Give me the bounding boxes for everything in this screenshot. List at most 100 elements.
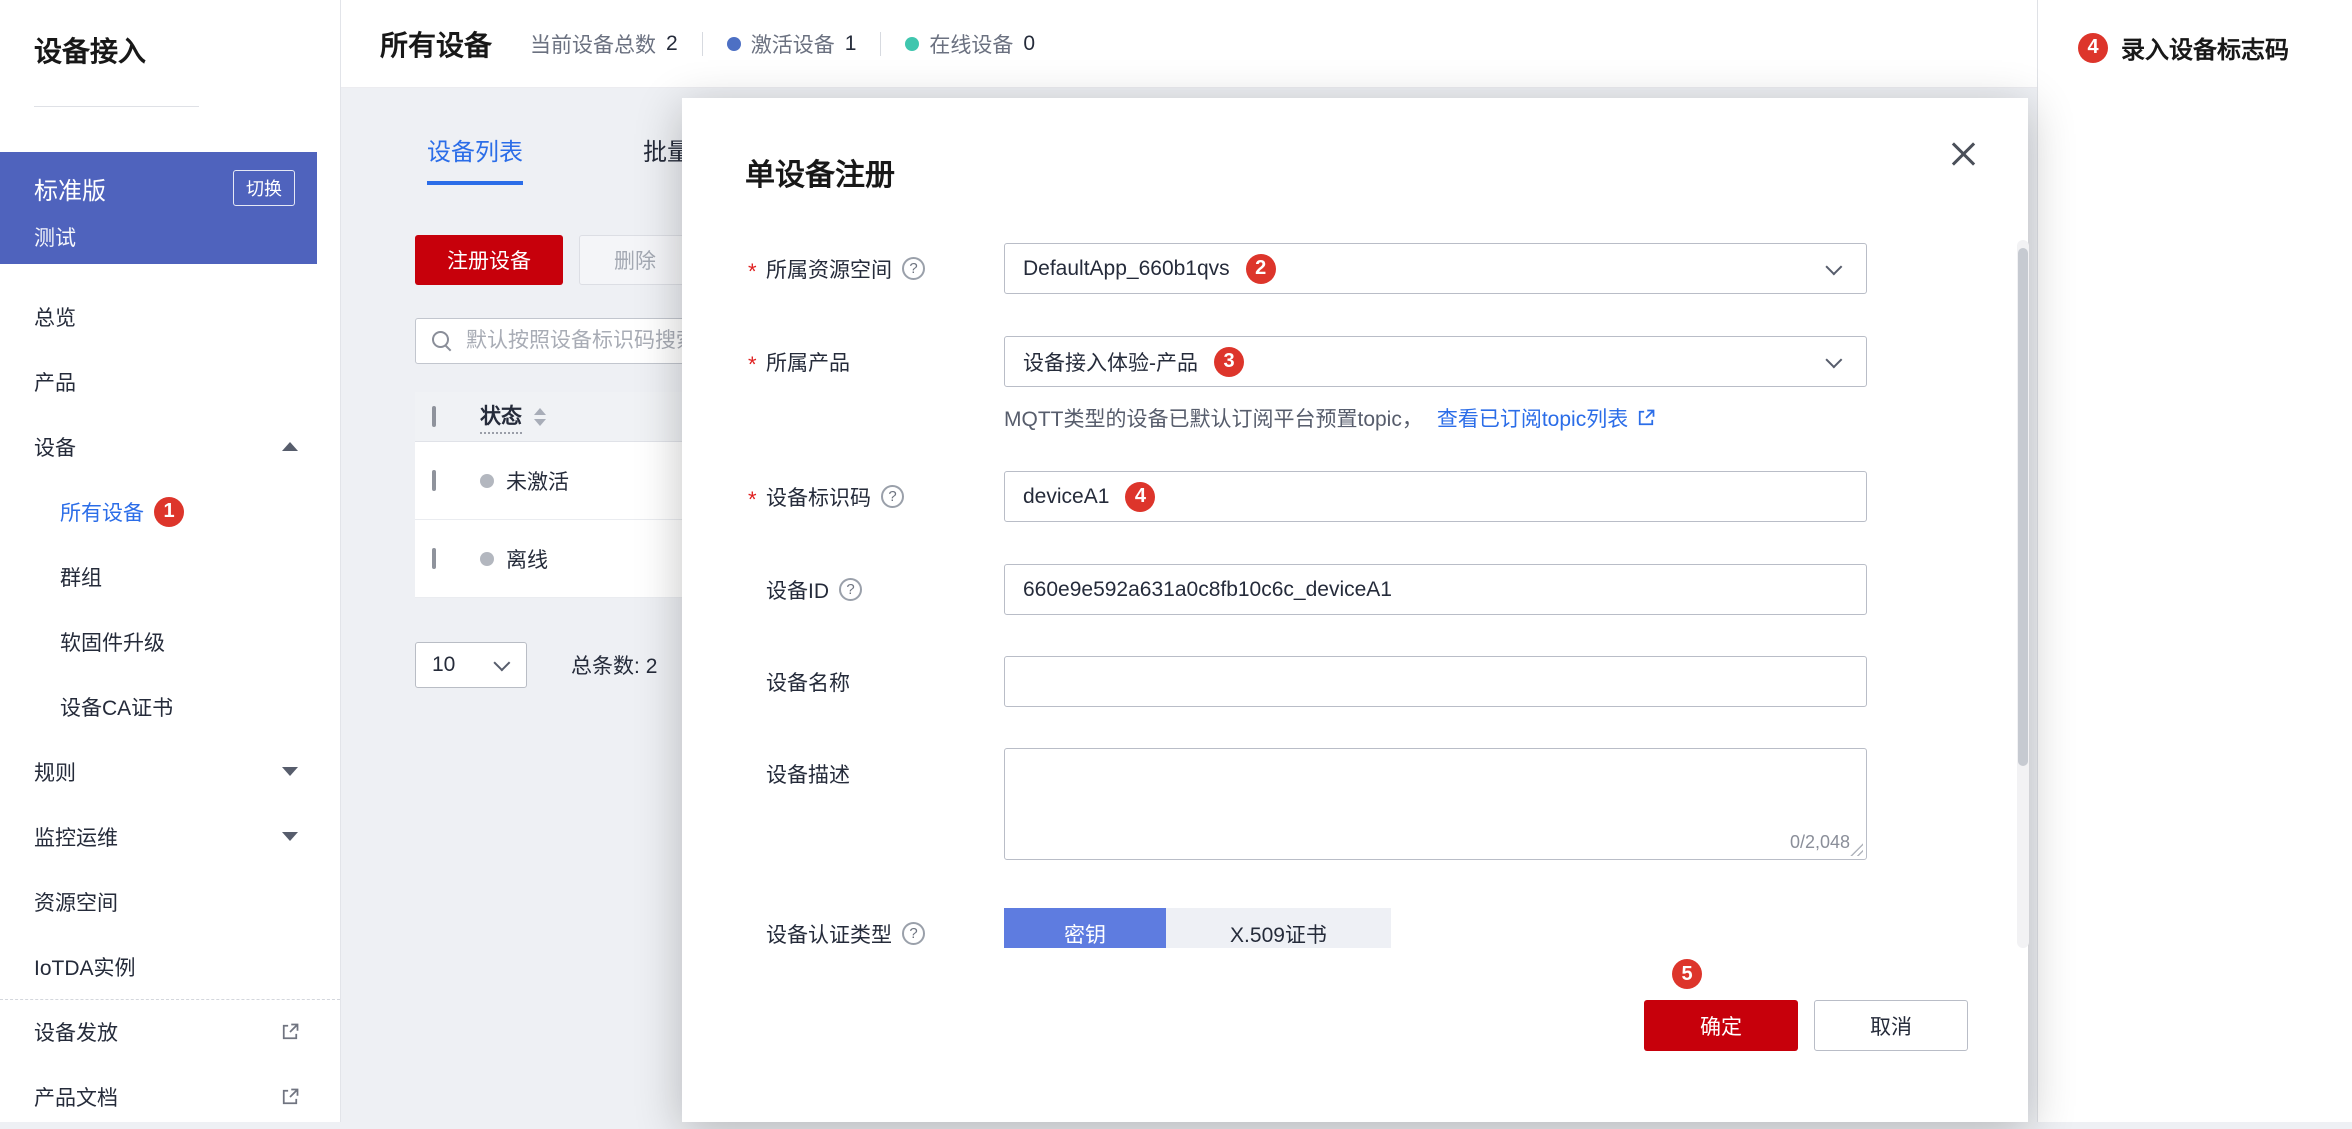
- chevron-down-icon: [282, 767, 298, 776]
- mqtt-topic-note: MQTT类型的设备已默认订阅平台预置topic， 查看已订阅topic列表: [1004, 403, 1656, 433]
- sidebar-divider: [34, 106, 199, 107]
- annotation-panel: 4 录入设备标志码: [2037, 0, 2352, 1122]
- stat-total-devices: 当前设备总数 2: [530, 29, 678, 59]
- chevron-down-icon: [1825, 351, 1842, 368]
- divider: [702, 32, 703, 56]
- help-icon[interactable]: ?: [839, 578, 862, 601]
- sidebar-item-monitoring[interactable]: 监控运维: [0, 804, 340, 869]
- chevron-down-icon: [282, 832, 298, 841]
- step-badge-4: 4: [2078, 33, 2108, 63]
- step-badge-1: 1: [154, 497, 184, 527]
- modal-title: 单设备注册: [745, 150, 895, 194]
- external-link-icon: [1636, 408, 1656, 428]
- sidebar-item-label: 产品文档: [34, 1082, 118, 1112]
- subscribed-topic-link[interactable]: 查看已订阅topic列表: [1437, 403, 1656, 433]
- help-icon[interactable]: ?: [902, 922, 925, 945]
- sidebar-item-rules[interactable]: 规则: [0, 739, 340, 804]
- chevron-up-icon: [282, 442, 298, 451]
- modal-scrollbar-thumb[interactable]: [2018, 248, 2028, 766]
- close-icon[interactable]: [1946, 136, 1982, 172]
- resource-space-select[interactable]: DefaultApp_660b1qvs 2: [1004, 243, 1867, 294]
- chevron-down-icon: [1825, 258, 1842, 275]
- device-name-input[interactable]: [1004, 656, 1867, 707]
- resize-handle[interactable]: [1849, 842, 1863, 856]
- device-desc-textarea[interactable]: 0/2,048: [1004, 748, 1867, 860]
- search-icon: [432, 331, 452, 351]
- sidebar-item-label: 监控运维: [34, 822, 118, 852]
- status-column-header: 状态: [480, 400, 522, 434]
- device-id-input[interactable]: 660e9e592a631a0c8fb10c6c_deviceA1: [1004, 564, 1867, 615]
- sidebar-item-label: 软固件升级: [60, 627, 165, 657]
- stat-value: 2: [666, 32, 678, 56]
- status-dot-icon: [480, 474, 494, 488]
- total-count: 总条数: 2: [571, 650, 657, 680]
- status-text: 未激活: [506, 466, 569, 496]
- sidebar-item-devices[interactable]: 设备: [0, 414, 340, 479]
- confirm-button[interactable]: 确定: [1644, 1000, 1798, 1051]
- field-label: 设备标识码 ?: [766, 471, 904, 522]
- stat-value: 0: [1023, 32, 1035, 56]
- external-link-icon: [280, 1022, 300, 1042]
- row-checkbox[interactable]: [432, 470, 436, 491]
- cancel-button[interactable]: 取消: [1814, 1000, 1968, 1051]
- sidebar-item-label: 设备CA证书: [60, 692, 173, 722]
- delete-button[interactable]: 删除: [579, 235, 691, 285]
- field-label: 设备描述: [766, 748, 850, 799]
- sidebar: 设备接入 标准版 切换 测试 总览 产品 设备 所有设备 1: [0, 0, 341, 1122]
- device-code-input[interactable]: deviceA1 4: [1004, 471, 1867, 522]
- help-icon[interactable]: ?: [881, 485, 904, 508]
- edition-switch-button[interactable]: 切换: [233, 170, 295, 206]
- annotation-text: 录入设备标志码: [2121, 30, 2289, 65]
- device-id-value: 660e9e592a631a0c8fb10c6c_deviceA1: [1023, 578, 1392, 602]
- stat-label: 激活设备: [751, 29, 835, 59]
- product-value: 设备接入体验-产品: [1023, 347, 1198, 377]
- app-window: 设备接入 标准版 切换 测试 总览 产品 设备 所有设备 1: [0, 0, 2352, 1122]
- stat-label: 当前设备总数: [530, 29, 656, 59]
- stat-online-devices: 在线设备 0: [905, 29, 1035, 59]
- help-icon[interactable]: ?: [902, 257, 925, 280]
- page-size-select[interactable]: 10: [415, 642, 527, 688]
- sidebar-item-firmware-upgrade[interactable]: 软固件升级: [0, 609, 340, 674]
- modal-scrollbar-track[interactable]: [2017, 240, 2029, 948]
- sidebar-menu: 总览 产品 设备 所有设备 1 群组 软固件升级 设备CA证书: [0, 284, 340, 1129]
- online-dot-icon: [905, 37, 919, 51]
- sidebar-item-products[interactable]: 产品: [0, 349, 340, 414]
- sidebar-item-iotda-instances[interactable]: IoTDA实例: [0, 934, 340, 999]
- auth-type-toggle: 密钥 X.509证书: [1004, 908, 1391, 948]
- activated-dot-icon: [727, 37, 741, 51]
- auth-option-secret[interactable]: 密钥: [1004, 908, 1166, 948]
- sidebar-title: 设备接入: [0, 0, 340, 70]
- field-label: 所属资源空间 ?: [766, 243, 925, 294]
- single-device-register-modal: 单设备注册 所属资源空间 ? DefaultApp_660b1qvs 2 所属产…: [682, 98, 2028, 1122]
- field-label: 所属产品: [766, 336, 850, 387]
- sidebar-item-label: 所有设备: [60, 497, 144, 527]
- stat-label: 在线设备: [929, 29, 1013, 59]
- sidebar-item-label: 设备发放: [34, 1017, 118, 1047]
- sidebar-item-overview[interactable]: 总览: [0, 284, 340, 349]
- tab-device-list[interactable]: 设备列表: [427, 132, 523, 185]
- external-link-icon: [280, 1087, 300, 1107]
- step-badge-4: 4: [1125, 482, 1155, 512]
- product-select[interactable]: 设备接入体验-产品 3: [1004, 336, 1867, 387]
- page-title: 所有设备: [380, 24, 492, 64]
- sidebar-item-label: 群组: [60, 562, 102, 592]
- stat-value: 1: [845, 32, 857, 56]
- field-label: 设备认证类型 ?: [766, 908, 925, 948]
- sidebar-item-product-docs[interactable]: 产品文档: [0, 1064, 340, 1129]
- sort-icon[interactable]: [534, 408, 546, 426]
- sidebar-item-device-provisioning[interactable]: 设备发放: [0, 999, 340, 1064]
- sidebar-item-groups[interactable]: 群组: [0, 544, 340, 609]
- register-device-button[interactable]: 注册设备: [415, 235, 563, 285]
- page-header: 所有设备 当前设备总数 2 激活设备 1 在线设备 0: [341, 0, 2037, 88]
- sidebar-item-label: 设备: [34, 432, 76, 462]
- sidebar-item-device-ca-cert[interactable]: 设备CA证书: [0, 674, 340, 739]
- sidebar-item-all-devices[interactable]: 所有设备 1: [0, 479, 340, 544]
- sidebar-item-label: 规则: [34, 757, 76, 787]
- sidebar-item-resource-spaces[interactable]: 资源空间: [0, 869, 340, 934]
- step-badge-3: 3: [1214, 347, 1244, 377]
- row-checkbox[interactable]: [432, 548, 436, 569]
- field-label: 设备名称: [766, 656, 850, 707]
- auth-option-x509[interactable]: X.509证书: [1166, 908, 1391, 948]
- select-all-checkbox[interactable]: [432, 406, 436, 427]
- edition-name: 标准版: [34, 171, 106, 206]
